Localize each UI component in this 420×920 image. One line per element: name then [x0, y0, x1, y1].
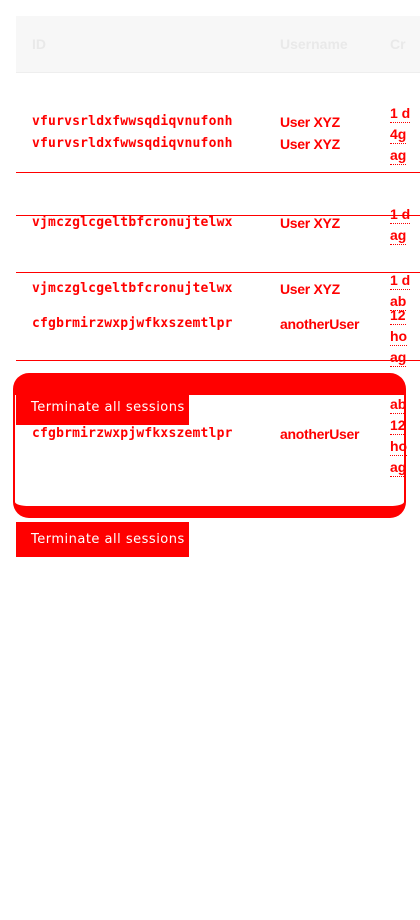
created-part[interactable]: ho — [390, 327, 408, 346]
session-id: cfgbrmirzwxpjwfkxszemtlpr — [32, 316, 233, 331]
terminate-sessions-button[interactable]: Terminate all sessions — [16, 522, 189, 557]
created-part[interactable]: 1 d — [390, 104, 411, 123]
row-divider — [16, 172, 420, 173]
created-part[interactable]: ag — [390, 226, 407, 245]
column-header-username: Username — [280, 36, 348, 52]
session-id: vfurvsrldxfwwsqdiqvnufonh — [32, 114, 233, 129]
session-username: User XYZ — [280, 136, 340, 152]
created-part[interactable]: ag — [390, 348, 407, 367]
session-id: vjmczglcgeltbfcronujtelwx — [32, 215, 233, 230]
session-username: User XYZ — [280, 114, 340, 130]
table-header: ID Username Cr — [16, 16, 420, 73]
session-username: User XYZ — [280, 281, 340, 297]
session-id: vfurvsrldxfwwsqdiqvnufonh — [32, 136, 233, 151]
created-part[interactable]: 1 d — [390, 205, 411, 224]
row-divider — [16, 272, 420, 273]
created-part[interactable]: 4g — [390, 125, 407, 144]
created-part[interactable]: ag — [390, 146, 407, 165]
session-id: vjmczglcgeltbfcronujtelwx — [32, 281, 233, 296]
row-divider — [16, 360, 420, 361]
session-username: anotherUser — [280, 316, 360, 332]
session-created: 12 ho ag — [390, 305, 420, 368]
session-username: User XYZ — [280, 215, 340, 231]
created-part[interactable]: 12 — [390, 306, 406, 325]
terminate-sessions-button-overlay[interactable]: Terminate all sessions — [16, 390, 189, 425]
created-part[interactable]: 1 d — [390, 271, 411, 290]
column-header-id: ID — [32, 36, 46, 52]
session-created: 1 d ag — [390, 204, 420, 246]
column-header-created: Cr — [390, 36, 406, 52]
session-created: 1 d 4g ag — [390, 103, 420, 166]
